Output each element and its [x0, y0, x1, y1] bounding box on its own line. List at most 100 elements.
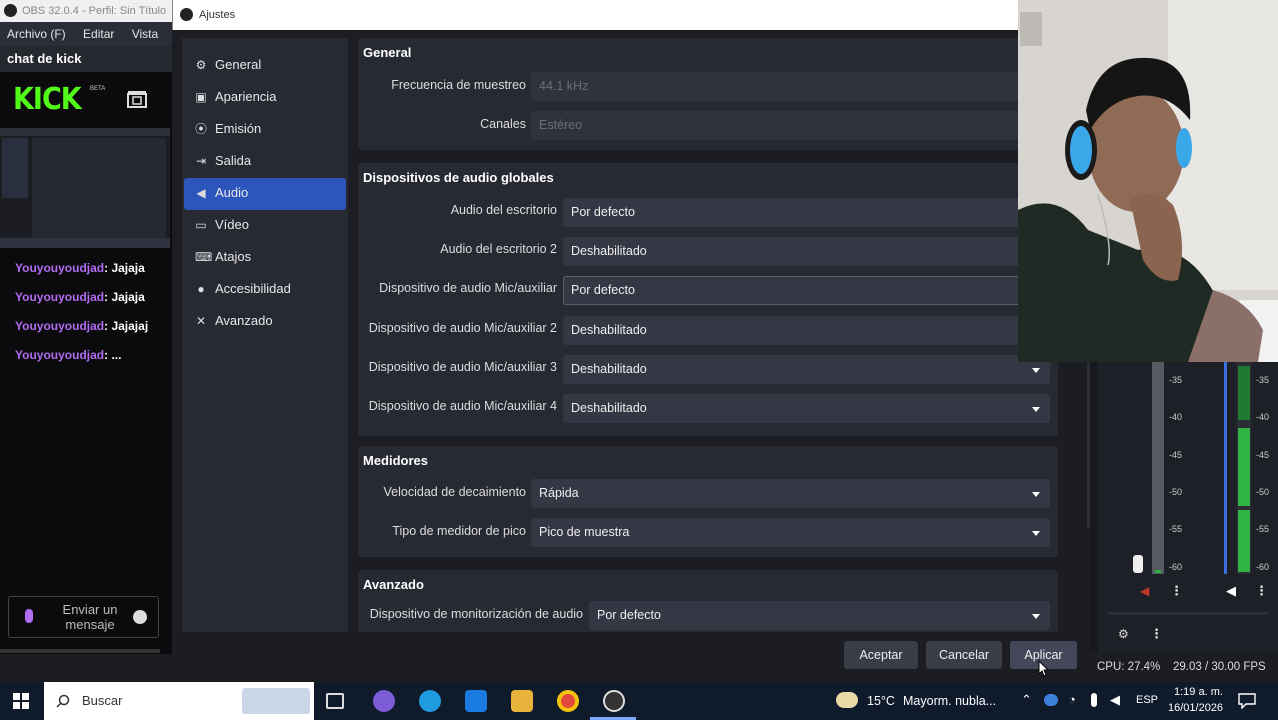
settings-content: General Frecuencia de muestreo 44.1 kHz …: [358, 38, 1060, 632]
select-value: Pico de muestra: [539, 525, 630, 539]
mixer-settings-icon[interactable]: ⚙: [1118, 627, 1129, 641]
chat-text: ...: [111, 348, 122, 362]
microphone-icon[interactable]: [25, 609, 33, 623]
chat-scrollbar[interactable]: [0, 649, 160, 653]
microphone-icon[interactable]: [1091, 693, 1097, 707]
chat-username[interactable]: Youyouyoudjad: [15, 348, 104, 362]
cancel-button[interactable]: Cancelar: [926, 641, 1002, 669]
section-title: General: [363, 45, 412, 60]
select-value: Deshabilitado: [571, 362, 647, 376]
nav-atajos[interactable]: ⌨ Atajos: [184, 242, 346, 274]
chat-username[interactable]: Youyouyoudjad: [15, 319, 104, 333]
meter-tick: -40: [1256, 412, 1270, 422]
language-indicator[interactable]: ESP: [1136, 694, 1158, 706]
nav-apariencia[interactable]: ▣ Apariencia: [184, 82, 346, 114]
clock-time[interactable]: 1:19 a. m.: [1174, 686, 1223, 698]
chevron-up-icon[interactable]: ⌃: [1021, 692, 1032, 708]
mic-aux-select[interactable]: Por defecto: [563, 276, 1058, 305]
meter-tick: -45: [1256, 450, 1270, 460]
sample-rate-field: 44.1 kHz: [531, 72, 1058, 101]
meter-tick: -60: [1256, 562, 1270, 572]
nav-video[interactable]: ▭ Vídeo: [184, 210, 346, 242]
mic-aux-2-select[interactable]: Deshabilitado: [563, 316, 1058, 345]
chat-username[interactable]: Youyouyoudjad: [15, 290, 104, 304]
notifications-icon[interactable]: [1238, 693, 1256, 709]
mic-level-meter-dim: [1238, 366, 1250, 420]
mic-aux-3-select[interactable]: Deshabilitado: [563, 355, 1050, 384]
meter-tick: -55: [1256, 524, 1270, 534]
chat-message-list: Youyouyoudjad: Jajaja Youyouyoudjad: Jaj…: [15, 259, 171, 375]
monitor-device-label: Dispositivo de monitorización de audio: [369, 607, 583, 621]
section-general: General Frecuencia de muestreo 44.1 kHz …: [358, 38, 1058, 150]
monitor-icon: ▭: [195, 218, 207, 232]
meter-tick: -35: [1256, 375, 1270, 385]
edge-icon[interactable]: [419, 690, 441, 712]
clock-date[interactable]: 16/01/2026: [1168, 702, 1223, 714]
nav-avanzado[interactable]: ✕ Avanzado: [184, 306, 346, 338]
volume-icon[interactable]: ◀: [1110, 692, 1120, 708]
emoji-icon[interactable]: [133, 610, 147, 624]
peak-meter-select[interactable]: Pico de muestra: [531, 518, 1050, 547]
search-icon: [56, 694, 70, 708]
nav-audio[interactable]: ◀ Audio: [184, 178, 346, 210]
mic-aux-label: Dispositivo de audio Mic/auxiliar: [379, 281, 557, 295]
chat-text: Jajaja: [111, 261, 145, 275]
mixer-menu-icon[interactable]: ⋮: [1150, 626, 1163, 642]
decay-rate-select[interactable]: Rápida: [531, 479, 1050, 508]
popout-icon[interactable]: [127, 90, 147, 108]
cloud-icon[interactable]: [1044, 694, 1058, 706]
chat-text: Jajajaj: [111, 319, 149, 333]
chat-message: Youyouyoudjad: Jajaja: [15, 290, 145, 304]
mic-aux-3-label: Dispositivo de audio Mic/auxiliar 3: [368, 360, 557, 374]
taskbar-search-box[interactable]: Buscar: [44, 682, 314, 720]
chat-message: Youyouyoudjad: Jajajaj: [15, 319, 149, 333]
store-icon[interactable]: [465, 690, 487, 712]
cpu-usage: CPU: 27.4%: [1097, 661, 1161, 673]
fps-readout: 29.03 / 30.00 FPS: [1173, 661, 1266, 673]
desktop-audio-2-select[interactable]: Deshabilitado: [563, 237, 1058, 266]
weather-desc[interactable]: Mayorm. nubla...: [903, 694, 996, 708]
more-options-icon[interactable]: ⋮: [1170, 583, 1183, 599]
weather-icon[interactable]: [836, 692, 858, 708]
monitor-device-select[interactable]: Por defecto: [589, 601, 1050, 630]
mouse-cursor-icon: [1038, 660, 1050, 677]
nav-salida[interactable]: ⇥ Salida: [184, 146, 346, 178]
more-options-icon[interactable]: ⋮: [1255, 583, 1268, 599]
search-highlight-image: [242, 688, 310, 714]
obs-window-title: OBS 32.0.4 - Perfil: Sin Título: [0, 0, 172, 22]
desktop-audio-select[interactable]: Por defecto: [563, 198, 1058, 227]
palette-icon: ▣: [195, 90, 207, 104]
chevron-down-icon: [1032, 614, 1040, 619]
wifi-icon[interactable]: ◔: [1068, 692, 1076, 707]
keyboard-icon: ⌨: [195, 250, 213, 264]
menu-vista[interactable]: Vista: [132, 27, 158, 41]
chrome-icon[interactable]: [557, 690, 579, 712]
muted-speaker-icon[interactable]: ◀: [1140, 584, 1149, 598]
kick-beta-badge: BETA: [90, 86, 106, 92]
copilot-icon[interactable]: [373, 690, 395, 712]
section-advanced: Avanzado Dispositivo de monitorización d…: [358, 570, 1058, 632]
weather-temp[interactable]: 15°C: [867, 694, 895, 708]
nav-general[interactable]: ⚙ General: [184, 50, 346, 82]
volume-fader-track: [1152, 362, 1164, 574]
kick-logo: KICK: [13, 82, 82, 117]
windows-start-icon[interactable]: [13, 693, 29, 709]
chat-message-input[interactable]: Enviar un mensaje: [8, 596, 159, 638]
nav-accesibilidad[interactable]: ● Accesibilidad: [184, 274, 346, 306]
chat-username[interactable]: Youyouyoudjad: [15, 261, 104, 275]
section-title: Medidores: [363, 453, 429, 468]
obs-taskbar-icon[interactable]: [603, 690, 625, 712]
accept-button[interactable]: Aceptar: [844, 641, 918, 669]
speaker-icon[interactable]: ◀: [1226, 583, 1236, 599]
nav-label: Vídeo: [215, 217, 249, 232]
nav-emision[interactable]: ⦿ Emisión: [184, 114, 346, 146]
settings-dialog: ⚙ General ▣ Apariencia ⦿ Emisión ⇥ Salida ◀ A…: [172, 30, 1090, 682]
mic-aux-4-select[interactable]: Deshabilitado: [563, 394, 1050, 423]
sample-rate-label: Frecuencia de muestreo: [391, 78, 526, 92]
menu-archivo[interactable]: Archivo (F): [7, 27, 66, 41]
task-view-icon[interactable]: [326, 693, 344, 709]
section-meters: Medidores Velocidad de decaimiento Rápid…: [358, 446, 1058, 557]
file-explorer-icon[interactable]: [511, 690, 533, 712]
menu-editar[interactable]: Editar: [83, 27, 114, 41]
settings-nav: ⚙ General ▣ Apariencia ⦿ Emisión ⇥ Salida ◀ A…: [182, 38, 348, 632]
